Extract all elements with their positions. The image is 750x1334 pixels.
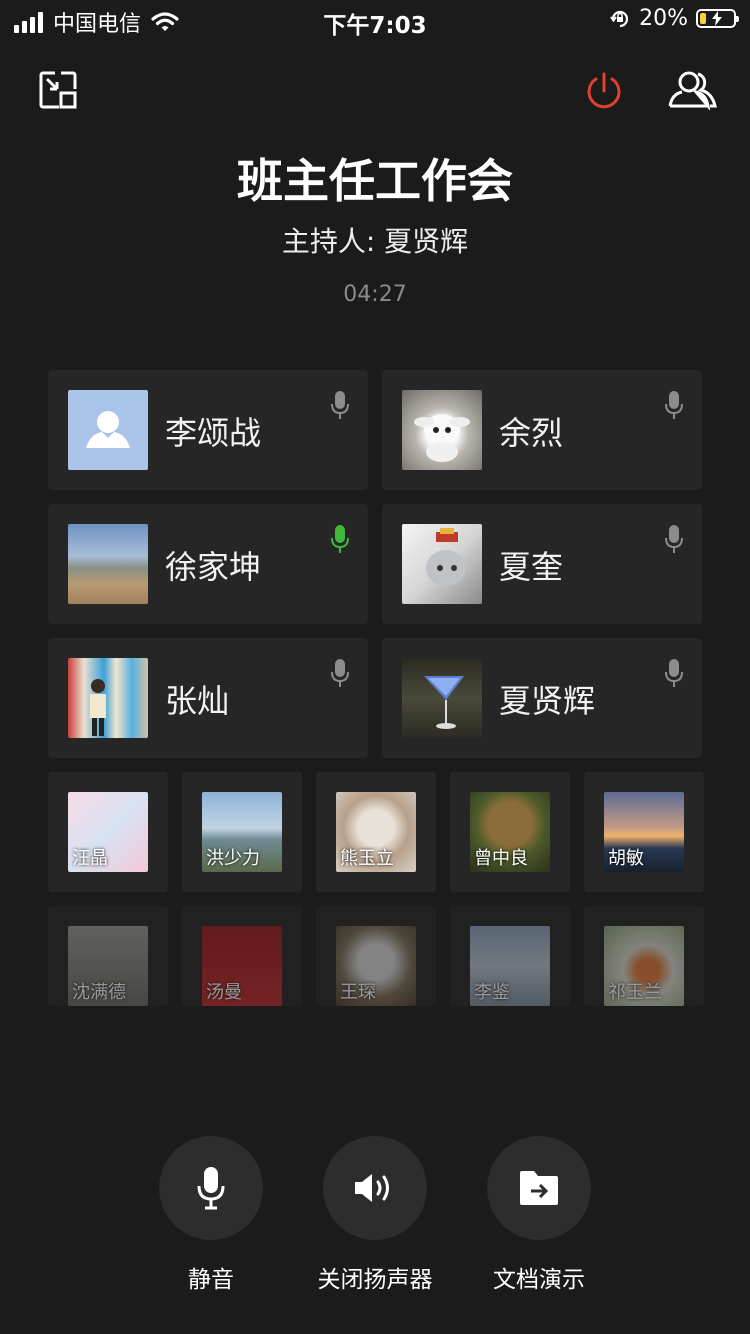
avatar-image [424, 676, 464, 729]
mic-idle-icon [665, 525, 683, 553]
participant-name: 胡敏 [608, 848, 644, 869]
participant-name: 李鉴 [474, 982, 510, 1003]
participant-name: 沈满德 [72, 982, 126, 1003]
participant-card[interactable]: 徐家坤 [48, 504, 368, 624]
participant-name: 汤曼 [206, 982, 242, 1003]
participant-name: 余烈 [499, 414, 564, 452]
folder-share-icon [520, 1171, 558, 1205]
mute-label: 静音 [188, 1267, 234, 1293]
participant-name: 徐家坤 [165, 548, 262, 586]
rotation-lock-icon [610, 10, 629, 27]
participant-tile[interactable]: 熊玉立 [316, 772, 436, 892]
avatar-image [414, 414, 470, 462]
speaker-icon [355, 1174, 389, 1202]
participants-button[interactable] [668, 70, 718, 110]
participant-card[interactable]: 余烈 [382, 370, 702, 490]
participant-name: 夏贤辉 [499, 682, 596, 720]
participant-card[interactable]: 李颂战 [48, 370, 368, 490]
minimize-window-button[interactable] [38, 70, 78, 110]
avatar-image [426, 528, 466, 586]
avatar [402, 658, 482, 738]
mic-speaking-icon [331, 525, 349, 553]
microphone-icon [197, 1167, 225, 1210]
avatar [68, 524, 148, 604]
avatar [402, 390, 482, 470]
participant-name: 曾中良 [474, 848, 528, 869]
participant-card[interactable]: 夏奎 [382, 504, 702, 624]
participant-name: 李颂战 [165, 414, 262, 452]
participant-tile[interactable]: 曾中良 [450, 772, 570, 892]
participant-card[interactable]: 夏贤辉 [382, 638, 702, 758]
mic-idle-icon [331, 391, 349, 419]
meeting-host: 主持人: 夏贤辉 [281, 225, 469, 258]
mic-idle-icon [331, 659, 349, 687]
avatar [402, 524, 482, 604]
participant-tile[interactable]: 洪少力 [182, 772, 302, 892]
participant-tile[interactable]: 李鉴 [450, 906, 570, 1006]
meeting-title: 班主任工作会 [237, 154, 513, 208]
participant-name: 洪少力 [206, 848, 260, 869]
end-meeting-button[interactable] [583, 70, 625, 112]
participant-tile[interactable]: 沈满德 [48, 906, 168, 1006]
avatar [68, 390, 148, 470]
status-bar: 中国电信 下午7:03 20% [0, 0, 750, 42]
speaker-label: 关闭扬声器 [317, 1267, 433, 1293]
speaker-button[interactable] [323, 1136, 427, 1240]
mute-control[interactable]: 静音 [131, 1136, 291, 1294]
participant-name: 张灿 [165, 682, 230, 720]
participant-name: 汪晶 [72, 848, 108, 869]
share-doc-control[interactable]: 文档演示 [459, 1136, 619, 1294]
power-icon [587, 72, 621, 109]
participant-name: 夏奎 [499, 548, 564, 586]
participant-name: 王琛 [340, 982, 376, 1003]
meeting-duration: 04:27 [343, 282, 407, 307]
speaker-control[interactable]: 关闭扬声器 [295, 1136, 455, 1294]
group-icon [668, 71, 717, 110]
battery-percent: 20% [639, 6, 688, 31]
default-person-icon [86, 411, 130, 448]
participant-name: 熊玉立 [340, 848, 394, 869]
participant-name: 祁玉兰 [608, 982, 662, 1003]
participant-tile[interactable]: 汤曼 [182, 906, 302, 1006]
participant-tile[interactable]: 王琛 [316, 906, 436, 1006]
minimize-icon [39, 71, 77, 109]
avatar-image [90, 679, 106, 736]
mic-idle-icon [665, 391, 683, 419]
participant-card[interactable]: 张灿 [48, 638, 368, 758]
participant-tile[interactable]: 祁玉兰 [584, 906, 704, 1006]
participant-tile[interactable]: 汪晶 [48, 772, 168, 892]
participant-tile[interactable]: 胡敏 [584, 772, 704, 892]
battery-icon [696, 9, 739, 28]
avatar [68, 658, 148, 738]
mute-button[interactable] [159, 1136, 263, 1240]
mic-idle-icon [665, 659, 683, 687]
share-doc-label: 文档演示 [493, 1267, 585, 1293]
share-doc-button[interactable] [487, 1136, 591, 1240]
